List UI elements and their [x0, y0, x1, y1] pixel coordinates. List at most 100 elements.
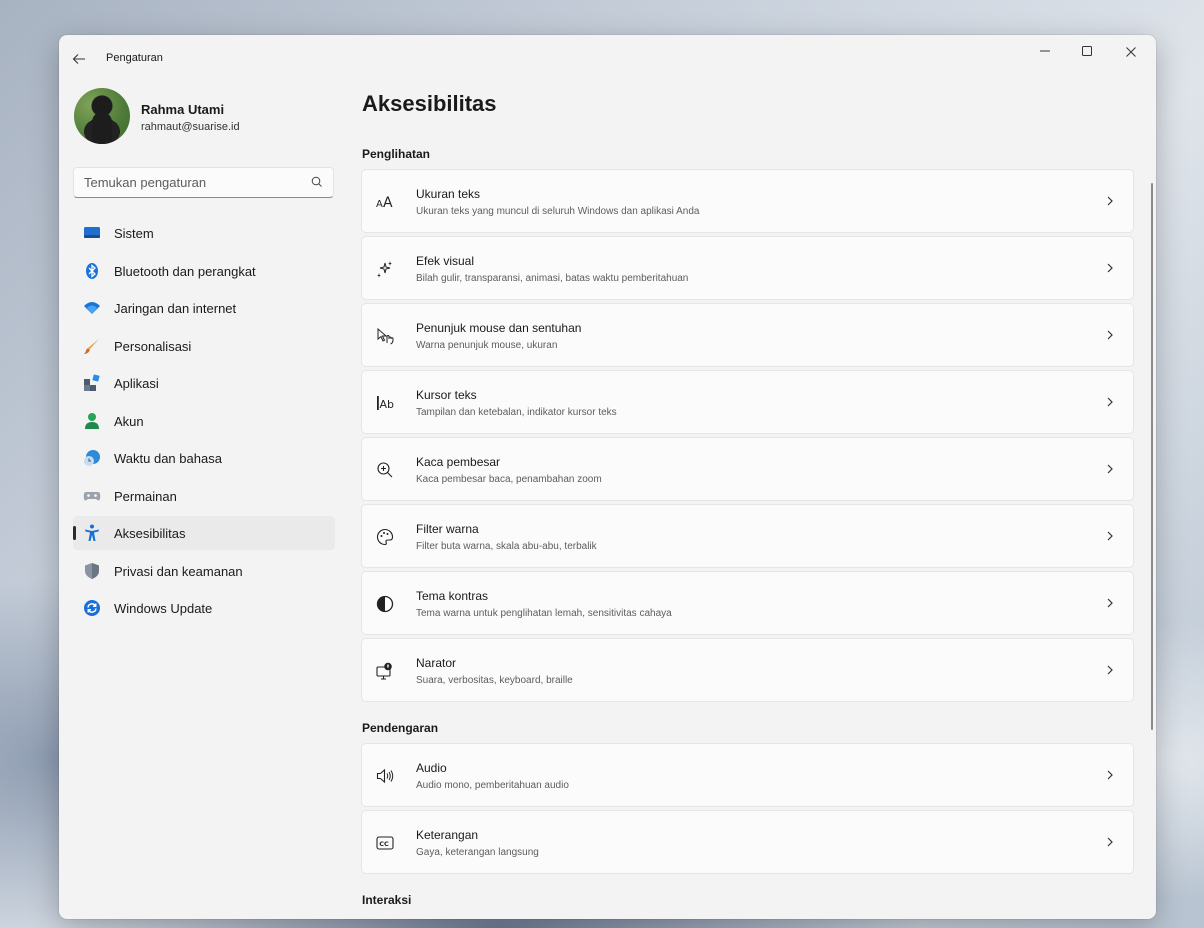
sidebar-item-label: Bluetooth dan perangkat — [114, 263, 256, 279]
maximize-button[interactable] — [1068, 41, 1106, 63]
setting-card-penunjuk-mouse[interactable]: Penunjuk mouse dan sentuhan Warna penunj… — [361, 303, 1134, 367]
sparkle-icon — [377, 261, 392, 278]
card-subtitle: Bilah gulir, transparansi, animasi, bata… — [416, 273, 689, 284]
pointer-touch-icon — [377, 327, 394, 345]
apps-icon — [84, 374, 100, 391]
contrast-icon — [376, 595, 394, 613]
setting-card-narator[interactable]: Narator Suara, verbositas, keyboard, bra… — [361, 638, 1134, 702]
sidebar-nav: Sistem Bluetooth dan perangkat Jaringan … — [73, 216, 335, 629]
card-title: Efek visual — [416, 254, 475, 268]
user-profile[interactable]: Rahma Utami rahmaut@suarise.id — [74, 88, 334, 148]
card-subtitle: Gaya, keterangan langsung — [416, 847, 539, 858]
sidebar-item-label: Personalisasi — [114, 338, 192, 354]
close-icon — [1126, 47, 1136, 57]
sidebar-item-bluetooth[interactable]: Bluetooth dan perangkat — [73, 254, 335, 288]
chevron-right-icon — [1107, 464, 1113, 474]
sidebar-item-windows-update[interactable]: Windows Update — [73, 591, 335, 625]
title-bar: Pengaturan — [59, 35, 1156, 83]
setting-card-filter-warna[interactable]: Filter warna Filter buta warna, skala ab… — [361, 504, 1134, 568]
card-subtitle: Filter buta warna, skala abu-abu, terbal… — [416, 541, 597, 552]
search-input[interactable] — [74, 168, 333, 197]
chevron-right-icon — [1107, 531, 1113, 541]
sidebar-item-akun[interactable]: Akun — [73, 404, 335, 438]
setting-card-keterangan[interactable]: CC Keterangan Gaya, keterangan langsung — [361, 810, 1134, 874]
maximize-icon — [1082, 46, 1092, 56]
sidebar-item-jaringan[interactable]: Jaringan dan internet — [73, 291, 335, 325]
chevron-right-icon — [1107, 397, 1113, 407]
arrow-left-icon — [72, 54, 85, 64]
section-heading-penglihatan: Penglihatan — [362, 147, 431, 161]
minimize-button[interactable] — [1026, 41, 1064, 63]
chevron-right-icon — [1107, 770, 1113, 780]
setting-card-kursor-teks[interactable]: Ab Kursor teks Tampilan dan ketebalan, i… — [361, 370, 1134, 434]
card-subtitle: Tampilan dan ketebalan, indikator kursor… — [416, 407, 617, 418]
sidebar-item-aksesibilitas[interactable]: Aksesibilitas — [73, 516, 335, 550]
setting-card-efek-visual[interactable]: Efek visual Bilah gulir, transparansi, a… — [361, 236, 1134, 300]
sidebar-item-label: Sistem — [114, 226, 154, 241]
chevron-right-icon — [1107, 330, 1113, 340]
setting-card-kaca-pembesar[interactable]: Kaca pembesar Kaca pembesar baca, penamb… — [361, 437, 1134, 501]
chevron-right-icon — [1107, 598, 1113, 608]
sidebar-item-label: Permainan — [114, 488, 177, 504]
card-subtitle: Audio mono, pemberitahuan audio — [416, 780, 569, 791]
sidebar-item-aplikasi[interactable]: Aplikasi — [73, 366, 335, 400]
page-title: Aksesibilitas — [362, 91, 497, 116]
search-icon[interactable] — [310, 175, 324, 189]
back-button[interactable] — [69, 49, 89, 69]
sidebar-item-personalisasi[interactable]: Personalisasi — [73, 329, 335, 363]
profile-name: Rahma Utami — [141, 102, 225, 117]
card-title: Penunjuk mouse dan sentuhan — [416, 321, 582, 335]
card-title: Filter warna — [416, 522, 479, 536]
chevron-right-icon — [1107, 196, 1113, 206]
card-title: Kursor teks — [416, 388, 477, 402]
magnifier-icon — [377, 462, 393, 478]
accessibility-icon — [85, 524, 99, 541]
card-title: Tema kontras — [416, 589, 489, 603]
card-title: Ukuran teks — [416, 187, 481, 201]
card-title: Keterangan — [416, 828, 479, 842]
narrator-icon — [376, 662, 392, 680]
palette-icon — [377, 528, 394, 546]
text-size-icon: AA — [376, 195, 393, 211]
section-heading-pendengaran: Pendengaran — [362, 721, 439, 735]
speaker-icon — [376, 768, 394, 784]
scrollbar[interactable] — [1151, 183, 1153, 730]
sidebar-item-permainan[interactable]: Permainan — [73, 479, 335, 513]
globe-clock-icon — [84, 450, 100, 466]
sidebar-item-label: Aplikasi — [114, 376, 159, 391]
sidebar-item-label: Waktu dan bahasa — [114, 451, 222, 466]
card-subtitle: Tema warna untuk penglihatan lemah, sens… — [416, 608, 672, 619]
setting-card-tema-kontras[interactable]: Tema kontras Tema warna untuk penglihata… — [361, 571, 1134, 635]
bluetooth-icon — [86, 262, 98, 279]
minimize-icon — [1040, 50, 1050, 52]
svg-text:A: A — [383, 195, 393, 211]
wifi-icon — [84, 302, 100, 314]
setting-card-audio[interactable]: Audio Audio mono, pemberitahuan audio — [361, 743, 1134, 807]
sidebar-item-sistem[interactable]: Sistem — [73, 216, 335, 250]
captions-icon: CC — [376, 836, 394, 850]
svg-text:CC: CC — [379, 840, 389, 848]
sidebar-item-label: Aksesibilitas — [114, 526, 186, 541]
chevron-right-icon — [1107, 837, 1113, 847]
svg-text:A: A — [376, 199, 383, 210]
avatar — [74, 88, 130, 144]
card-title: Audio — [416, 761, 447, 775]
settings-window: Pengaturan Rahma Utami rahmaut@suarise.i… — [59, 35, 1156, 919]
search-box[interactable] — [73, 167, 334, 198]
sidebar-item-label: Akun — [114, 413, 144, 429]
chevron-right-icon — [1107, 665, 1113, 675]
person-icon — [85, 412, 99, 429]
sidebar-item-label: Windows Update — [114, 601, 213, 616]
brush-icon — [84, 338, 99, 354]
text-cursor-icon: Ab — [377, 396, 394, 411]
sidebar-item-waktu[interactable]: Waktu dan bahasa — [73, 441, 335, 475]
sidebar-item-privasi[interactable]: Privasi dan keamanan — [73, 554, 335, 588]
close-button[interactable] — [1112, 41, 1150, 63]
app-title: Pengaturan — [106, 52, 163, 64]
setting-card-ukuran-teks[interactable]: AA Ukuran teks Ukuran teks yang muncul d… — [361, 169, 1134, 233]
card-subtitle: Ukuran teks yang muncul di seluruh Windo… — [416, 206, 700, 217]
sidebar-item-label: Privasi dan keamanan — [114, 563, 243, 579]
shield-icon — [85, 562, 99, 579]
chevron-right-icon — [1107, 263, 1113, 273]
card-subtitle: Suara, verbositas, keyboard, braille — [416, 675, 573, 686]
